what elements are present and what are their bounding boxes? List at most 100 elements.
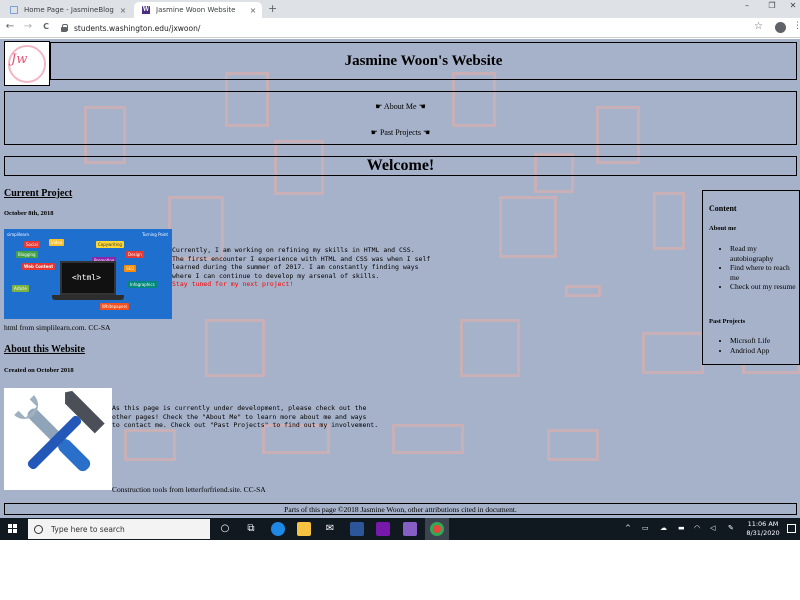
edge-icon[interactable]	[271, 522, 285, 536]
site-navigation: ☛ About Me ☚ ☛ Past Projects ☚	[4, 91, 797, 145]
sidebar-title: Content	[709, 204, 737, 213]
about-site-date: Created on October 2018	[4, 367, 74, 374]
background-pattern	[499, 196, 557, 258]
image-chip: Social	[24, 241, 40, 248]
background-pattern	[653, 192, 685, 250]
construction-tools-image	[4, 388, 112, 490]
sidebar-link-autobiography[interactable]: Read my autobiography	[730, 244, 797, 263]
image-brand-text: simplilearn	[7, 232, 29, 237]
clock-date: 8/31/2020	[746, 529, 780, 537]
sidebar-link-microsoft-life[interactable]: Micrsoft Life	[730, 336, 797, 346]
sidebar-about-heading: About me	[709, 225, 737, 232]
forward-icon[interactable]: →	[22, 21, 34, 32]
tray-overflow-icon[interactable]: ^	[625, 524, 631, 532]
notifications-icon[interactable]	[787, 524, 796, 533]
text-line: The first encounter I experience with HT…	[172, 254, 431, 263]
web-page: Jw Jasmine Woon's Website ☛ About Me ☚ ☛…	[0, 39, 800, 518]
word-icon[interactable]	[350, 522, 364, 536]
nav-link-past-projects[interactable]: ☛ Past Projects ☚	[5, 128, 796, 137]
html-illustration-image: simplilearn Turning Point Social Video C…	[4, 229, 172, 319]
tab-title: Home Page - JasmineBlog	[24, 6, 114, 14]
minimize-icon[interactable]: –	[740, 1, 754, 10]
image-chip: Article	[12, 285, 29, 292]
tab-close-icon[interactable]: ×	[248, 6, 258, 15]
tab-title: Jasmine Woon Website	[156, 6, 236, 14]
laptop-code-text: <html>	[72, 273, 101, 282]
browser-tab-active[interactable]: W Jasmine Woon Website ×	[134, 2, 262, 18]
current-project-date: October 8th, 2018	[4, 210, 54, 217]
image-tag-text: Turning Point	[142, 232, 168, 237]
wifi-icon[interactable]: ◠	[694, 524, 700, 532]
task-view-icon[interactable]: ⧉	[244, 522, 258, 536]
nav-link-about-me[interactable]: ☛ About Me ☚	[5, 102, 796, 111]
cortana-icon[interactable]: ○	[218, 522, 232, 536]
sidebar-link-contact[interactable]: Find where to reach me	[730, 263, 797, 282]
image-chip: Video	[49, 239, 65, 246]
image-chip: Infographics	[128, 281, 157, 288]
taskbar-search-box[interactable]: Type here to search	[28, 519, 210, 539]
laptop-base	[52, 295, 124, 300]
welcome-banner: Welcome!	[4, 156, 797, 176]
back-icon[interactable]: ←	[4, 21, 16, 32]
image-chip: SEO	[124, 265, 137, 272]
address-toolbar: ← → C students.washington.edu/jxwoon/ ☆ …	[0, 18, 800, 38]
logo-monogram: Jw	[11, 52, 28, 67]
taskbar-clock[interactable]: 11:06 AM 8/31/2020	[744, 520, 782, 538]
reload-icon[interactable]: C	[40, 22, 52, 31]
browser-tab-strip: Home Page - JasmineBlog × W Jasmine Woon…	[0, 0, 800, 18]
battery-icon[interactable]: ▬	[678, 524, 685, 532]
bookmark-star-icon[interactable]: ☆	[754, 21, 763, 32]
windows-taskbar: Type here to search ○ ⧉ ✉ ^ ▭ ☁ ▬ ◠ ◁ ✎ …	[0, 518, 800, 540]
site-title: Jasmine Woon's Website	[344, 52, 503, 69]
site-logo[interactable]: Jw	[4, 41, 50, 86]
address-bar[interactable]: students.washington.edu/jxwoon/	[60, 21, 750, 35]
image-chip: Whitepapers	[100, 303, 130, 310]
volume-icon[interactable]: ◁	[710, 524, 715, 532]
tab-close-icon[interactable]: ×	[118, 6, 128, 15]
browser-menu-icon[interactable]: ⋮	[793, 21, 800, 31]
uw-favicon-icon: W	[142, 6, 150, 14]
browser-tab[interactable]: Home Page - JasmineBlog ×	[2, 2, 132, 18]
url-text: students.washington.edu/jxwoon/	[74, 23, 201, 33]
current-project-text: Currently, I am working on refining my s…	[172, 246, 430, 289]
image-chip: Copywriting	[96, 241, 124, 248]
close-window-icon[interactable]: ✕	[786, 1, 800, 10]
welcome-heading: Welcome!	[366, 157, 435, 174]
sidebar-about-list: Read my autobiography Find where to reac…	[721, 244, 797, 292]
background-pattern	[642, 332, 704, 374]
text-line: learned during the summer of 2017. I am …	[172, 263, 419, 271]
file-explorer-icon[interactable]	[297, 522, 311, 536]
page-footer: Parts of this page ©2018 Jasmine Woon, o…	[4, 503, 797, 515]
about-site-text: As this page is currently under developm…	[112, 404, 378, 430]
image-chip: Web Content	[22, 263, 56, 270]
onenote-icon[interactable]	[376, 522, 390, 536]
stay-tuned-text: Stay tuned for my next project!	[172, 280, 294, 288]
text-line: As this page is currently under developm…	[112, 404, 367, 412]
sidebar-link-android-app[interactable]: Andriod App	[730, 346, 797, 356]
restore-icon[interactable]: ❐	[765, 1, 779, 10]
html-image-caption: html from simplilearn.com. CC-SA	[4, 323, 111, 332]
chrome-icon[interactable]	[430, 522, 444, 536]
clock-time: 11:06 AM	[747, 520, 779, 528]
footer-text: Parts of this page ©2018 Jasmine Woon, o…	[284, 504, 517, 514]
lock-icon	[60, 24, 68, 32]
text-line: where I can continue to develop my arsen…	[172, 271, 380, 280]
content-sidebar: Content About me Read my autobiography F…	[702, 190, 800, 365]
profile-avatar-icon[interactable]	[775, 22, 786, 33]
sidebar-link-resume[interactable]: Check out my resume	[730, 282, 797, 292]
text-line: Currently, I am working on refining my s…	[172, 246, 415, 254]
windows-start-icon[interactable]	[8, 524, 18, 534]
text-line: other pages! Check the "About Me" to lea…	[112, 412, 367, 421]
background-pattern	[124, 429, 176, 461]
onedrive-icon[interactable]: ☁	[660, 524, 667, 532]
image-chip: Blogging	[16, 251, 38, 258]
text-line: to contact me. Check out "Past Projects"…	[112, 421, 379, 429]
new-tab-icon[interactable]: +	[268, 2, 277, 15]
image-chip: Design	[126, 251, 144, 258]
sidebar-projects-heading: Past Projects	[709, 318, 746, 325]
background-pattern	[547, 429, 599, 461]
pen-icon[interactable]: ✎	[728, 524, 734, 532]
visual-studio-icon[interactable]	[403, 522, 417, 536]
tray-meet-icon[interactable]: ▭	[642, 524, 649, 532]
mail-icon[interactable]: ✉	[323, 522, 337, 536]
